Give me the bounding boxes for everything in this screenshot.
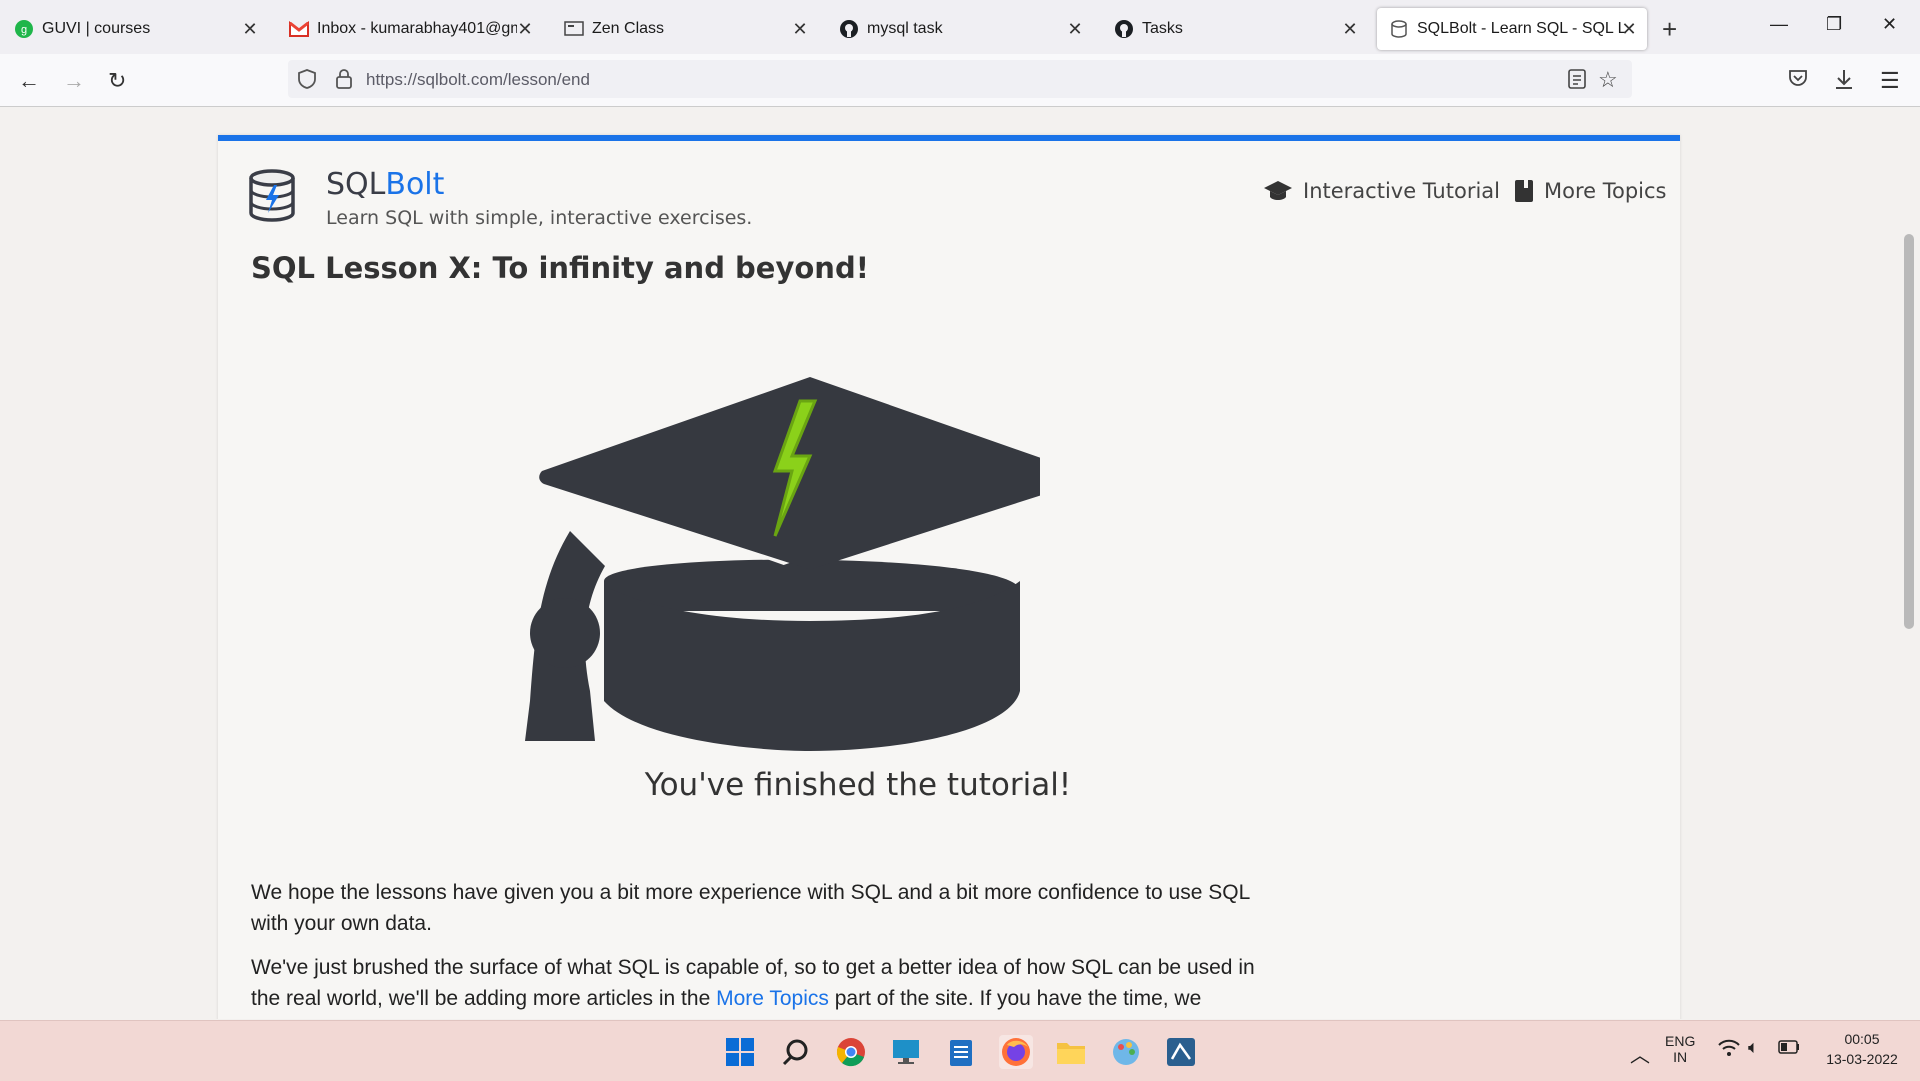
mysql-workbench-icon[interactable] bbox=[1164, 1035, 1198, 1069]
lesson-paragraph-1: We hope the lessons have given you a bit… bbox=[251, 881, 1250, 935]
tab-gmail[interactable]: Inbox - kumarabhay401@gmai ✕ bbox=[277, 8, 543, 50]
url-text[interactable]: https://sqlbolt.com/lesson/end bbox=[366, 70, 590, 90]
gmail-icon bbox=[289, 19, 309, 39]
close-icon[interactable]: ✕ bbox=[515, 19, 535, 40]
graduation-cap-illustration-icon bbox=[480, 371, 1081, 756]
lesson-title: SQL Lesson X: To infinity and beyond! bbox=[251, 251, 869, 285]
menu-icon[interactable]: ☰ bbox=[1880, 68, 1900, 94]
close-icon[interactable]: ✕ bbox=[790, 19, 810, 40]
download-icon[interactable] bbox=[1834, 68, 1854, 96]
restore-icon[interactable]: ❐ bbox=[1826, 14, 1842, 35]
tab-label: Tasks bbox=[1142, 20, 1183, 37]
paint-icon[interactable] bbox=[1109, 1035, 1143, 1069]
close-icon[interactable]: ✕ bbox=[1619, 19, 1639, 40]
file-explorer-icon[interactable] bbox=[1054, 1035, 1088, 1069]
lock-icon[interactable] bbox=[336, 69, 352, 94]
site-tagline: Learn SQL with simple, interactive exerc… bbox=[326, 207, 753, 229]
notepad-icon[interactable] bbox=[944, 1035, 978, 1069]
close-icon[interactable]: ✕ bbox=[1065, 19, 1085, 40]
nav-more-topics[interactable]: More Topics bbox=[1514, 179, 1667, 203]
battery-icon[interactable] bbox=[1778, 1040, 1800, 1057]
nav-label: Interactive Tutorial bbox=[1303, 179, 1500, 203]
brand-bolt: Bolt bbox=[385, 167, 445, 202]
tab-label: Zen Class bbox=[592, 20, 665, 37]
github-icon bbox=[1114, 19, 1134, 39]
chevron-up-icon[interactable]: ︿ bbox=[1630, 1039, 1650, 1068]
region-label: IN bbox=[1673, 1049, 1688, 1065]
time-label: 00:05 bbox=[1844, 1031, 1880, 1047]
shield-icon[interactable] bbox=[298, 69, 316, 94]
clock[interactable]: 00:05 13-03-2022 bbox=[1812, 1031, 1912, 1067]
language-indicator[interactable]: ENG IN bbox=[1665, 1033, 1695, 1065]
tab-label: Inbox - kumarabhay401@gmai bbox=[317, 20, 517, 37]
guvi-icon: g bbox=[14, 19, 34, 39]
reader-view-icon[interactable] bbox=[1568, 69, 1586, 94]
sqlbolt-favicon bbox=[1389, 19, 1409, 39]
github-icon bbox=[839, 19, 859, 39]
url-bar[interactable]: https://sqlbolt.com/lesson/end ☆ bbox=[288, 60, 1632, 98]
forward-arrow-icon[interactable]: → bbox=[63, 68, 85, 94]
nav-bar: ← → ↻ https://sqlbolt.com/lesson/end ☆ ☰ bbox=[0, 54, 1920, 107]
taskbar: ︿ ENG IN 🔈︎ 00:05 13-03-2022 bbox=[0, 1020, 1920, 1081]
wifi-icon[interactable] bbox=[1718, 1039, 1740, 1060]
tab-label: GUVI | courses bbox=[42, 20, 151, 37]
tab-bar: g GUVI | courses ✕ Inbox - kumarabhay401… bbox=[0, 0, 1920, 54]
minimize-icon[interactable]: — bbox=[1770, 14, 1788, 35]
graduation-cap-icon bbox=[1263, 179, 1293, 203]
reload-icon[interactable]: ↻ bbox=[108, 68, 126, 94]
nav-interactive-tutorial[interactable]: Interactive Tutorial bbox=[1263, 179, 1500, 203]
desktop-icon[interactable] bbox=[889, 1035, 923, 1069]
zen-class-icon bbox=[564, 19, 584, 39]
back-arrow-icon[interactable]: ← bbox=[18, 68, 40, 94]
chrome-icon[interactable] bbox=[834, 1035, 868, 1069]
firefox-icon[interactable] bbox=[999, 1035, 1033, 1069]
window-close-icon[interactable]: ✕ bbox=[1882, 14, 1897, 35]
tab-label: SQLBolt - Learn SQL - SQL Less bbox=[1417, 20, 1627, 37]
content-card: SQLBolt Learn SQL with simple, interacti… bbox=[218, 135, 1680, 1019]
new-tab-icon[interactable]: + bbox=[1662, 14, 1677, 45]
sqlbolt-logo-icon[interactable] bbox=[248, 169, 296, 228]
page-scrollbar[interactable] bbox=[1904, 234, 1914, 629]
windows-start-icon[interactable] bbox=[723, 1035, 757, 1069]
tab-tasks[interactable]: Tasks ✕ bbox=[1102, 8, 1368, 50]
tab-mysql-task[interactable]: mysql task ✕ bbox=[827, 8, 1093, 50]
nav-label: More Topics bbox=[1544, 179, 1667, 203]
tab-sqlbolt[interactable]: SQLBolt - Learn SQL - SQL Less ✕ bbox=[1377, 8, 1647, 50]
bookmark-star-icon[interactable]: ☆ bbox=[1598, 67, 1618, 93]
brand-sql: SQL bbox=[326, 167, 386, 202]
tab-guvi[interactable]: g GUVI | courses ✕ bbox=[2, 8, 268, 50]
language-label: ENG bbox=[1665, 1033, 1696, 1049]
close-icon[interactable]: ✕ bbox=[1340, 19, 1360, 40]
svg-text:g: g bbox=[21, 24, 27, 36]
site-brand[interactable]: SQLBolt bbox=[326, 167, 444, 202]
tab-zen-class[interactable]: Zen Class ✕ bbox=[552, 8, 818, 50]
pocket-icon[interactable] bbox=[1788, 68, 1808, 94]
close-icon[interactable]: ✕ bbox=[240, 19, 260, 40]
search-icon[interactable] bbox=[779, 1035, 813, 1069]
page-viewport: SQLBolt Learn SQL with simple, interacti… bbox=[0, 107, 1920, 1019]
finished-message: You've finished the tutorial! bbox=[644, 767, 1072, 803]
volume-icon[interactable]: 🔈︎ bbox=[1748, 1037, 1759, 1058]
lesson-paragraph-2: We've just brushed the surface of what S… bbox=[251, 952, 1281, 1019]
tab-label: mysql task bbox=[867, 20, 943, 37]
more-topics-link[interactable]: More Topics bbox=[716, 987, 829, 1010]
book-icon bbox=[1514, 179, 1534, 203]
date-label: 13-03-2022 bbox=[1826, 1051, 1898, 1067]
